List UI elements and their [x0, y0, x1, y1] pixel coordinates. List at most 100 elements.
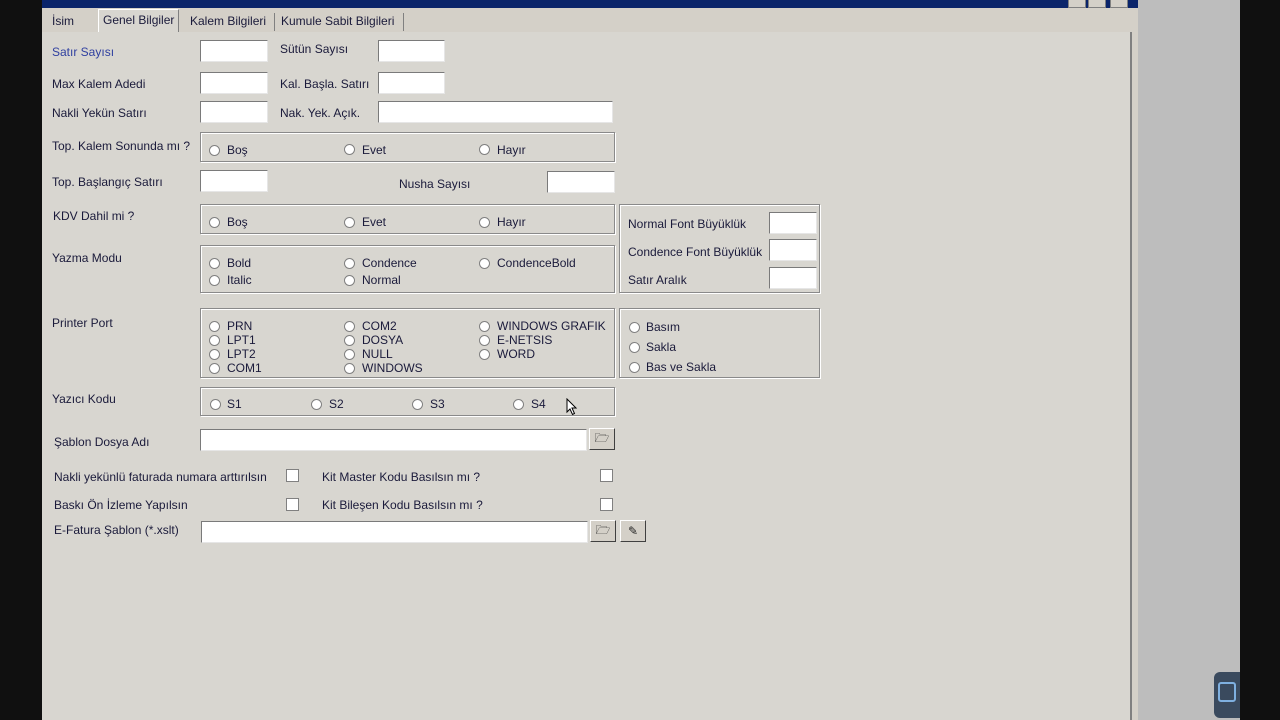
- yazici-kodu-group: S1 S2 S3 S4: [200, 387, 615, 416]
- tab-kalem-bilgileri[interactable]: Kalem Bilgileri: [186, 11, 270, 31]
- kit-bilesen-label: Kit Bileşen Kodu Basılsın mı ?: [322, 498, 483, 512]
- lpt2-radio[interactable]: [209, 349, 220, 360]
- max-kalem-field[interactable]: [200, 72, 268, 94]
- lpt2-radio-label: LPT2: [227, 347, 256, 361]
- com2-radio[interactable]: [344, 321, 355, 332]
- basim-radio[interactable]: [629, 322, 640, 333]
- hayir-radio[interactable]: [479, 144, 490, 155]
- sutun-sayisi-label: Sütün Sayısı: [280, 42, 349, 56]
- s4-radio-label: S4: [531, 397, 546, 411]
- top-baslangic-field[interactable]: [200, 170, 268, 192]
- basim-group: Basım Sakla Bas ve Sakla: [619, 308, 820, 378]
- evet-radio-label: Evet: [362, 143, 387, 157]
- yazma-modu-group: Bold Condence CondenceBold Italic Normal: [200, 245, 615, 293]
- bas-ve-sakla-radio[interactable]: [629, 362, 640, 373]
- tab-separator: [403, 13, 404, 31]
- kdv-bos-label: Boş: [227, 215, 248, 229]
- kit-bilesen-checkbox[interactable]: [600, 498, 613, 511]
- efatura-browse-button[interactable]: 🗁: [590, 520, 616, 542]
- bold-radio-label: Bold: [227, 256, 252, 270]
- windows-grafik-radio[interactable]: [479, 321, 490, 332]
- tab-separator: [274, 13, 275, 31]
- tab-genel-bilgiler[interactable]: Genel Bilgiler: [98, 9, 180, 33]
- hayir-radio-label: Hayır: [497, 143, 526, 157]
- sablon-dosya-field[interactable]: [200, 429, 587, 451]
- evet-radio[interactable]: [344, 144, 355, 155]
- nusha-sayisi-field[interactable]: [547, 171, 615, 193]
- baski-on-izleme-label: Baskı Ön İzleme Yapılsın: [54, 498, 188, 512]
- top-baslangic-label: Top. Başlangıç Satırı: [52, 175, 163, 189]
- s3-radio-label: S3: [430, 397, 445, 411]
- folder-open-icon: 🗁: [594, 430, 610, 445]
- windows-radio[interactable]: [344, 363, 355, 374]
- italic-radio[interactable]: [209, 275, 220, 286]
- baski-on-izleme-checkbox[interactable]: [286, 498, 299, 511]
- maximize-button[interactable]: [1088, 0, 1106, 8]
- condencebold-radio[interactable]: [479, 258, 490, 269]
- word-radio[interactable]: [479, 349, 490, 360]
- enetsis-radio-label: E-NETSIS: [497, 333, 553, 347]
- kal-basla-label: Kal. Başla. Satırı: [280, 77, 370, 91]
- mouse-cursor-icon: [566, 398, 578, 416]
- minimize-button[interactable]: [1068, 0, 1086, 8]
- s2-radio[interactable]: [311, 399, 322, 410]
- null-radio[interactable]: [344, 349, 355, 360]
- lpt1-radio[interactable]: [209, 335, 220, 346]
- nakli-yekun-field[interactable]: [200, 101, 268, 123]
- sakla-radio[interactable]: [629, 342, 640, 353]
- tab-kumule-sabit-bilgileri[interactable]: Kumule Sabit Bilgileri: [277, 11, 398, 31]
- windows-grafik-radio-label: WINDOWS GRAFIK: [497, 319, 606, 333]
- normal-font-label: Normal Font Büyüklük: [628, 217, 747, 231]
- bos-radio[interactable]: [209, 145, 220, 156]
- top-kalem-sonunda-group: Boş Evet Hayır: [200, 132, 615, 162]
- kdv-bos-radio[interactable]: [209, 217, 220, 228]
- left-desktop-edge: [0, 0, 42, 720]
- normal-radio-label: Normal: [362, 273, 401, 287]
- s4-radio[interactable]: [513, 399, 524, 410]
- efatura-edit-button[interactable]: ✎: [620, 520, 646, 542]
- condencebold-radio-label: CondenceBold: [497, 256, 576, 270]
- com1-radio[interactable]: [209, 363, 220, 374]
- teamviewer-widget[interactable]: [1214, 672, 1240, 718]
- satir-aralik-label: Satır Aralık: [628, 273, 687, 287]
- kdv-dahil-group: Boş Evet Hayır: [200, 204, 615, 234]
- title-bar: [42, 0, 1138, 8]
- efatura-sablon-label: E-Fatura Şablon (*.xslt): [54, 523, 179, 537]
- normal-font-field[interactable]: [769, 212, 817, 234]
- word-radio-label: WORD: [497, 347, 535, 361]
- condence-font-field[interactable]: [769, 239, 817, 261]
- s1-radio[interactable]: [210, 399, 221, 410]
- sutun-sayisi-field[interactable]: [378, 40, 445, 62]
- kdv-dahil-label: KDV Dahil mi ?: [53, 209, 135, 223]
- nak-yek-acik-field[interactable]: [378, 101, 613, 123]
- close-button[interactable]: [1110, 0, 1128, 8]
- edit-icon: ✎: [627, 524, 639, 538]
- nakli-yekunlu-checkbox[interactable]: [286, 469, 299, 482]
- enetsis-radio[interactable]: [479, 335, 490, 346]
- nakli-yekunlu-label: Nakli yekünlü faturada numara arttırılsı…: [54, 470, 267, 484]
- condence-font-label: Condence Font Büyüklük: [628, 245, 763, 259]
- sablon-browse-button[interactable]: 🗁: [589, 428, 615, 450]
- efatura-sablon-field[interactable]: [201, 521, 588, 543]
- normal-radio[interactable]: [344, 275, 355, 286]
- kit-master-checkbox[interactable]: [600, 469, 613, 482]
- prn-radio-label: PRN: [227, 319, 253, 333]
- prn-radio[interactable]: [209, 321, 220, 332]
- satir-aralik-field[interactable]: [769, 267, 817, 289]
- italic-radio-label: Italic: [227, 273, 252, 287]
- condence-radio[interactable]: [344, 258, 355, 269]
- s3-radio[interactable]: [412, 399, 423, 410]
- kdv-evet-label: Evet: [362, 215, 387, 229]
- dosya-radio[interactable]: [344, 335, 355, 346]
- satir-sayisi-field[interactable]: [200, 40, 268, 62]
- com1-radio-label: COM1: [227, 361, 262, 375]
- bold-radio[interactable]: [209, 258, 220, 269]
- tab-isim[interactable]: İsim: [48, 11, 78, 31]
- kdv-hayir-radio[interactable]: [479, 217, 490, 228]
- yazma-modu-label: Yazma Modu: [52, 251, 122, 265]
- kdv-evet-radio[interactable]: [344, 217, 355, 228]
- kit-master-label: Kit Master Kodu Basılsın mı ?: [322, 470, 481, 484]
- bos-radio-label: Boş: [227, 143, 248, 157]
- dosya-radio-label: DOSYA: [362, 333, 404, 347]
- kal-basla-field[interactable]: [378, 72, 445, 94]
